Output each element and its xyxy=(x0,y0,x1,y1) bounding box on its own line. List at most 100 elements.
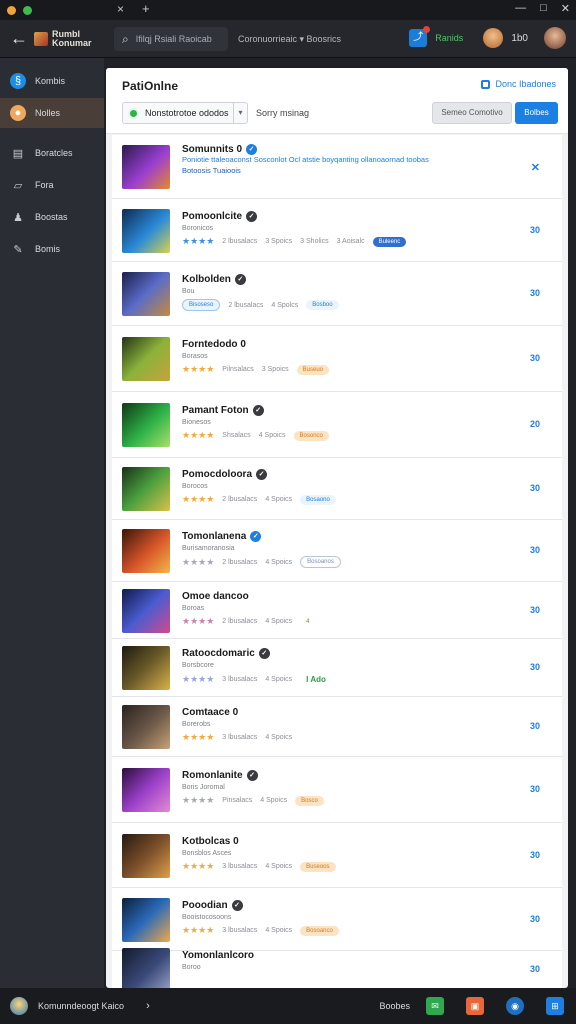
filter-dropdown[interactable]: Nonstotrotoe ododos ▾ xyxy=(122,102,248,124)
chevron-right-icon[interactable]: › xyxy=(146,1000,150,1012)
list-item[interactable]: Forntedodo 0 Borasos ★★★★ Pilnsalacs 3 Spoic… xyxy=(112,326,562,392)
list-item[interactable]: Somunnits 0✓BornsonsPoniotie ttaleoacons… xyxy=(112,135,562,199)
game-thumbnail[interactable] xyxy=(122,403,170,447)
sort-text[interactable]: Sorry msinag xyxy=(256,108,309,118)
game-thumbnail[interactable] xyxy=(122,145,170,189)
list-item[interactable]: Kotbolcas 0 Bonsblos Asces ★★★★ 3 lbusalacs… xyxy=(112,823,562,888)
window-maximize-dot[interactable] xyxy=(23,5,32,15)
header-links[interactable]: Coronuorrieaic ▾ Boosrics xyxy=(238,34,341,45)
game-thumbnail[interactable] xyxy=(122,209,170,253)
status-label[interactable]: Ranids xyxy=(435,33,463,43)
game-thumbnail[interactable] xyxy=(122,834,170,878)
player-count[interactable]: 30 xyxy=(530,914,540,924)
game-thumbnail[interactable] xyxy=(122,272,170,316)
game-title[interactable]: Comtaace 0 xyxy=(182,707,238,718)
player-count[interactable]: 30 xyxy=(530,662,540,672)
status-badge[interactable]: Bosco xyxy=(295,795,324,806)
player-count[interactable]: 30 xyxy=(530,545,540,555)
game-title[interactable]: Pomocdoloora xyxy=(182,469,252,480)
window-minimize-dot[interactable] xyxy=(7,5,16,15)
list-item[interactable]: Pomocdoloora ✓ Borocos ★★★★ 2 lbusalacs 4 Spo… xyxy=(112,458,562,520)
status-badge[interactable]: Bosoanos xyxy=(300,556,341,568)
player-count[interactable]: 30 xyxy=(530,721,540,731)
status-badge[interactable]: 4 xyxy=(300,617,315,627)
list-item[interactable]: Kolbolden ✓ Bou Bisoseso 2 lbusalacs 4 Spolcs… xyxy=(112,262,562,326)
player-count[interactable]: 30 xyxy=(530,225,540,235)
sidebar-item-nolles[interactable]: ● Nolles xyxy=(0,98,104,128)
game-thumbnail[interactable] xyxy=(122,529,170,573)
game-thumbnail[interactable] xyxy=(122,705,170,749)
store-icon[interactable]: ▣ xyxy=(466,997,484,1015)
status-badge[interactable]: I Ado xyxy=(300,673,332,686)
sidebar-item-bomis[interactable]: ✎ Bomis xyxy=(0,234,104,264)
game-thumbnail[interactable] xyxy=(122,898,170,942)
sidebar-item-boostas[interactable]: ♟ Boostas xyxy=(0,202,104,232)
user-avatar[interactable] xyxy=(483,28,504,48)
back-arrow-icon[interactable]: ← xyxy=(10,28,28,49)
player-count[interactable]: 30 xyxy=(530,353,540,363)
game-thumbnail[interactable] xyxy=(122,768,170,812)
game-title[interactable]: Pooodian xyxy=(182,900,228,911)
player-count[interactable]: 30 xyxy=(530,784,540,794)
list-item[interactable]: Pooodian ✓ Booistocosoons ★★★★ 3 lbusalacs 4 … xyxy=(112,888,562,951)
game-title[interactable]: Omoe dancoo xyxy=(182,591,249,602)
status-badge[interactable]: Buseoos xyxy=(300,861,336,872)
status-badge[interactable]: Bosonco xyxy=(293,430,329,441)
list-item[interactable]: Romonlanite ✓ Boris Joromal ★★★★ Pinsalacs 4 … xyxy=(112,757,562,823)
maximize-icon[interactable]: □ xyxy=(540,2,547,15)
sidebar-item-kombis[interactable]: § Kombis xyxy=(0,66,104,96)
game-title[interactable]: Forntedodo 0 xyxy=(182,339,246,350)
status-badge[interactable]: Buleenc xyxy=(372,236,407,247)
game-title[interactable]: Kotbolcas 0 xyxy=(182,836,239,847)
pin-icon[interactable]: ✕ xyxy=(531,161,540,174)
header-link[interactable]: Donc Ibadones xyxy=(481,79,556,89)
friends-icon[interactable]: ◉ xyxy=(506,997,524,1015)
status-badge[interactable]: Buseuo xyxy=(296,364,330,375)
secondary-button[interactable]: Semeo Comotivo xyxy=(432,102,512,124)
list-item[interactable]: Yomonlanlcoro Boroo 30 xyxy=(112,948,562,988)
minimize-icon[interactable]: — xyxy=(515,2,526,15)
list-item[interactable]: Pamant Foton ✓ Bionesos ★★★★ Shsalacs 4 Spoic… xyxy=(112,392,562,458)
player-count[interactable]: 30 xyxy=(530,288,540,298)
status-badge[interactable]: Bosoanco xyxy=(300,925,339,936)
category-tag[interactable]: Bisoseso xyxy=(182,299,221,311)
list-item[interactable]: Ratoocdomaric ✓ Borsbcore ★★★★ 3 lbusalacs 4 … xyxy=(112,639,562,697)
status-badge[interactable]: Bosaono xyxy=(300,494,336,505)
player-count[interactable]: 30 xyxy=(530,850,540,860)
game-title[interactable]: Romonlanite xyxy=(182,770,243,781)
bottom-avatar[interactable] xyxy=(10,997,28,1015)
game-title[interactable]: Somunnits 0 xyxy=(182,144,242,155)
settings-icon[interactable]: ⊞ xyxy=(546,997,564,1015)
game-thumbnail[interactable] xyxy=(122,646,170,690)
tab-close-icon[interactable]: × xyxy=(117,2,124,16)
game-thumbnail[interactable] xyxy=(122,948,170,988)
player-count[interactable]: 30 xyxy=(530,964,540,974)
search-input[interactable]: ⌕ Ifilqj Rsiali Raoicab xyxy=(114,27,228,51)
chat-icon[interactable]: ✉ xyxy=(426,997,444,1015)
game-title[interactable]: Yomonlanlcoro xyxy=(182,950,254,961)
player-count[interactable]: 30 xyxy=(530,605,540,615)
list-item[interactable]: Comtaace 0 Borerobs ★★★★ 3 lbusalacs 4 Spoic… xyxy=(112,697,562,757)
list-item[interactable]: Omoe dancoo Boroas ★★★★ 2 lbusalacs 4 Spoics… xyxy=(112,582,562,639)
game-title[interactable]: Ratoocdomaric xyxy=(182,648,255,659)
sidebar-item-boratcles[interactable]: ▤ Boratcles xyxy=(0,138,104,168)
game-title[interactable]: Pomoonlcite xyxy=(182,211,242,222)
player-count[interactable]: 30 xyxy=(530,483,540,493)
app-logo[interactable]: Rumbl Konumar xyxy=(34,29,100,48)
primary-button[interactable]: Bolbes xyxy=(515,102,558,124)
game-title[interactable]: Kolbolden xyxy=(182,274,231,285)
game-thumbnail[interactable] xyxy=(122,589,170,633)
list-item[interactable]: Pomoonlcite ✓ Boronicos ★★★★ 2 lbusalacs 3 Sp… xyxy=(112,199,562,262)
profile-avatar[interactable] xyxy=(544,27,566,49)
game-thumbnail[interactable] xyxy=(122,467,170,511)
game-title[interactable]: Tomonlanena xyxy=(182,531,246,542)
new-tab-icon[interactable]: + xyxy=(142,1,150,16)
notification-icon[interactable]: ⤴ xyxy=(409,26,431,47)
close-icon[interactable]: ✕ xyxy=(561,2,570,15)
list-item[interactable]: Tomonlanena ✓ Burisamoranosia ★★★★ 2 lbusala… xyxy=(112,520,562,582)
game-thumbnail[interactable] xyxy=(122,337,170,381)
player-count[interactable]: 20 xyxy=(530,419,540,429)
sidebar-item-fora[interactable]: ▱ Fora xyxy=(0,170,104,200)
status-badge[interactable]: Bosboo xyxy=(306,300,339,310)
game-title[interactable]: Pamant Foton xyxy=(182,405,249,416)
